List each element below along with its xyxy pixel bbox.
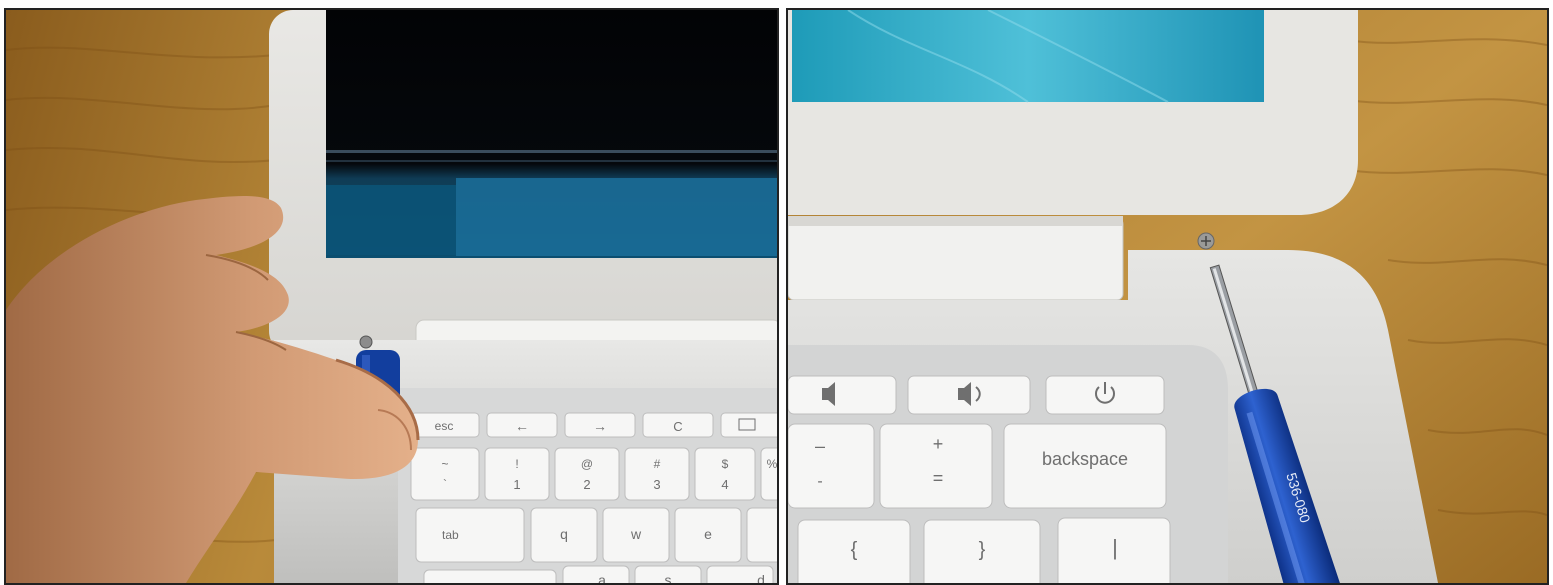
key-power [1045,375,1165,415]
key-minus-label: - [817,473,822,490]
hinge [788,217,1124,301]
key-a [562,565,630,583]
key-2-label: 2 [583,477,590,492]
key-2-shift-label: @ [581,457,593,471]
key-q-label: q [560,526,568,542]
key-4-shift-label: $ [722,457,729,471]
key-minus-shift-label: – [815,436,825,456]
refresh-icon: C [673,419,682,434]
laptop-screen [792,10,1264,102]
key-esc-label: esc [435,419,454,433]
photo-left-scene: esc ← → C ~ ` ! 1 @ 2 # 3 $ 4 % tab q w … [6,10,777,583]
key-3-label: 3 [653,477,660,492]
key-w-label: w [630,526,642,542]
key-equals-shift-label: + [933,434,944,454]
key-caps [423,569,557,583]
key-s-label: s [665,572,672,583]
key-tilde [410,447,480,501]
key-1-label: 1 [513,477,520,492]
key-2 [554,447,620,501]
key-equals-label: = [933,468,944,488]
key-4 [694,447,756,501]
key-backtick-label: ` [443,477,447,491]
key-r [746,507,777,563]
key-backspace-label: backspace [1042,449,1128,469]
forward-arrow-icon: → [593,418,607,434]
key-d-label: d [757,572,765,583]
key-pipe-label: | [1112,535,1118,560]
key-a-label: a [598,572,606,583]
key-tilde-label: ~ [441,457,448,471]
key-tab [415,507,525,563]
key-right-brace-label: } [979,539,986,561]
key-fullscreen [720,412,777,438]
key-3-shift-label: # [654,457,661,471]
key-minus [788,423,875,509]
screw-icon [359,335,373,349]
key-volume-down [788,375,897,415]
photo-right-scene: – - + = backspace { } | 536-080 [788,10,1547,583]
key-1 [484,447,550,501]
back-arrow-icon: ← [515,418,529,434]
photo-left: esc ← → C ~ ` ! 1 @ 2 # 3 $ 4 % tab q w … [4,8,779,585]
photo-right: – - + = backspace { } | 536-080 [786,8,1549,585]
key-5-shift-label: % [767,457,777,471]
key-tab-label: tab [442,528,459,542]
key-left-brace-label: { [851,539,858,561]
key-5 [760,447,777,501]
key-1-shift-label: ! [515,457,518,471]
key-3 [624,447,690,501]
key-e-label: e [704,526,712,542]
key-4-label: 4 [721,477,728,492]
